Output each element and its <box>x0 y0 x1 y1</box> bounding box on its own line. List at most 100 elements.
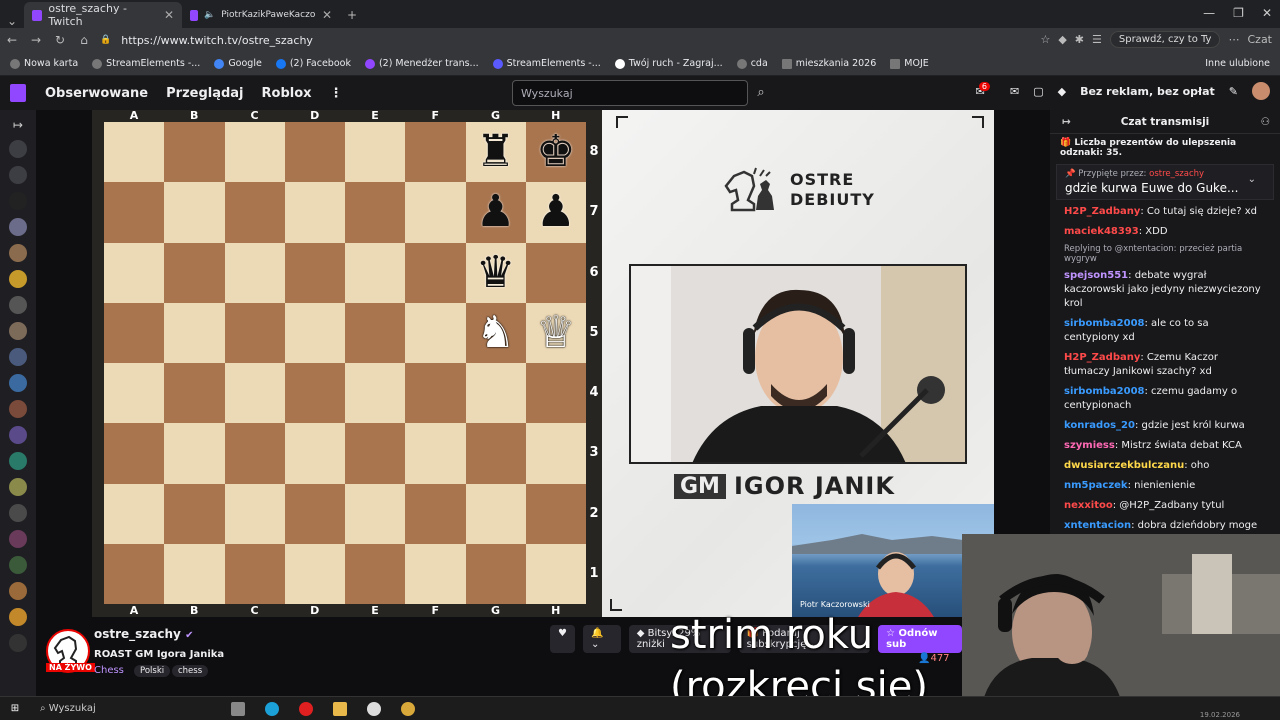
chess-piece[interactable]: ♛ <box>476 250 515 295</box>
task-view-icon[interactable] <box>222 698 254 720</box>
close-tab-icon[interactable]: ✕ <box>164 8 174 22</box>
square-e8[interactable] <box>345 122 406 183</box>
ai-prompt-pill[interactable]: Sprawdź, czy to Ty <box>1109 31 1221 48</box>
expand-sidebar-icon[interactable]: ↦ <box>0 118 36 132</box>
chat-username[interactable]: maciek48393 <box>1064 226 1139 237</box>
other-bookmarks[interactable]: Inne ulubione <box>1205 58 1270 69</box>
square-g8[interactable]: ♜ <box>465 122 526 183</box>
square-b3[interactable] <box>164 423 225 484</box>
square-c7[interactable] <box>224 182 285 243</box>
square-d2[interactable] <box>284 483 345 544</box>
square-a3[interactable] <box>104 423 165 484</box>
user-avatar[interactable] <box>1252 82 1270 100</box>
square-d8[interactable] <box>284 122 345 183</box>
square-b4[interactable] <box>164 363 225 424</box>
tag-chess[interactable]: chess <box>172 665 209 677</box>
sidebar-channel-avatar[interactable] <box>9 452 27 470</box>
sidebar-channel-avatar[interactable] <box>9 296 27 314</box>
collections-icon[interactable]: ☰ <box>1092 33 1102 46</box>
sidebar-channel-avatar[interactable] <box>9 556 27 574</box>
square-e4[interactable] <box>345 363 406 424</box>
explorer-icon[interactable] <box>324 698 356 720</box>
square-f1[interactable] <box>405 543 466 604</box>
tab-menu-icon[interactable]: ⌄ <box>0 14 24 28</box>
chess-piece[interactable]: ♜ <box>476 130 515 174</box>
bookmark-item[interactable]: Google <box>214 58 262 69</box>
obs-icon[interactable] <box>392 698 424 720</box>
square-e3[interactable] <box>345 423 406 484</box>
browser-tab-twitch[interactable]: ostre_szachy - Twitch ✕ <box>24 2 182 28</box>
nav-roblox[interactable]: Roblox <box>253 86 321 101</box>
square-f7[interactable] <box>405 182 466 243</box>
chess-app-icon[interactable] <box>358 698 390 720</box>
chat-username[interactable]: szymiess <box>1064 440 1115 451</box>
sidebar-channel-avatar[interactable] <box>9 270 27 288</box>
whispers-icon[interactable]: ✉ <box>1010 85 1019 98</box>
square-a7[interactable] <box>104 182 165 243</box>
bookmark-item[interactable]: (2) Facebook <box>275 58 351 69</box>
windows-start-icon[interactable]: ⊞ <box>0 703 30 714</box>
nav-following[interactable]: Obserwowane <box>36 86 157 101</box>
channel-name[interactable]: ostre_szachy ✔ <box>94 627 193 641</box>
square-h3[interactable] <box>525 423 586 484</box>
chess-piece[interactable]: ♞ <box>476 310 515 355</box>
minimize-icon[interactable]: — <box>1203 6 1215 20</box>
square-a8[interactable] <box>104 122 165 183</box>
square-a6[interactable] <box>104 242 165 303</box>
sidebar-channel-avatar[interactable] <box>9 244 27 262</box>
chat-message[interactable]: sirbomba2008: czemu gadamy o centypionac… <box>1050 382 1280 416</box>
square-f8[interactable] <box>405 122 466 183</box>
square-h1[interactable] <box>525 543 586 604</box>
square-f6[interactable] <box>405 242 466 303</box>
sidebar-channel-avatar[interactable] <box>9 478 27 496</box>
square-c1[interactable] <box>224 543 285 604</box>
chat-username[interactable]: sirbomba2008 <box>1064 318 1145 329</box>
square-h7[interactable]: ♟ <box>525 182 586 243</box>
bookmark-item[interactable]: Twój ruch - Zagraj... <box>614 58 723 69</box>
sidebar-channel-avatar[interactable] <box>9 348 27 366</box>
chat-message[interactable]: konrados_20: gdzie jest król kurwa <box>1050 416 1280 436</box>
tag-polski[interactable]: Polski <box>134 665 171 677</box>
square-c6[interactable] <box>224 242 285 303</box>
pinned-message[interactable]: 📌 Przypięte przez: ostre_szachy gdzie ku… <box>1056 164 1274 200</box>
chess-piece[interactable]: ♕ <box>536 310 575 355</box>
sidebar-channel-avatar[interactable] <box>9 426 27 444</box>
stream-category[interactable]: Chess <box>94 665 124 676</box>
square-d5[interactable] <box>284 302 345 363</box>
chat-username[interactable]: H2P_Zadbany <box>1064 206 1140 217</box>
users-icon[interactable]: ⚇ <box>1261 116 1270 128</box>
square-d1[interactable] <box>284 543 345 604</box>
square-g4[interactable] <box>465 363 526 424</box>
edge-icon[interactable] <box>256 698 288 720</box>
browser-tab-kaczorowski[interactable]: 🔈 PiotrKazikPaweKaczorowski - ✕ <box>182 2 340 28</box>
new-tab-button[interactable]: + <box>340 2 364 28</box>
bits-icon[interactable]: ◆ <box>1058 85 1066 98</box>
url-field[interactable]: https://www.twitch.tv/ostre_szachy <box>121 34 313 47</box>
bookmark-item[interactable]: StreamElements -... <box>92 58 200 69</box>
chat-username[interactable]: nm5paczek <box>1064 480 1128 491</box>
close-tab-icon[interactable]: ✕ <box>322 8 332 22</box>
bookmark-item[interactable]: (2) Menedżer trans... <box>364 58 479 69</box>
sidebar-channel-avatar[interactable] <box>9 634 27 652</box>
square-f4[interactable] <box>405 363 466 424</box>
square-a4[interactable] <box>104 363 165 424</box>
chat-message[interactable]: nm5paczek: nienienienie <box>1050 476 1280 496</box>
square-g7[interactable]: ♟ <box>465 182 526 243</box>
bookmark-item[interactable]: mieszkania 2026 <box>781 58 876 69</box>
square-c3[interactable] <box>224 423 285 484</box>
chess-piece[interactable]: ♟ <box>536 190 575 234</box>
square-d4[interactable] <box>284 363 345 424</box>
collapse-chat-icon[interactable]: ↦ <box>1062 116 1071 128</box>
maximize-icon[interactable]: ❐ <box>1233 6 1244 20</box>
ad-free-button[interactable]: Bez reklam, bez opłat <box>1080 85 1215 98</box>
square-h2[interactable] <box>525 483 586 544</box>
square-e7[interactable] <box>345 182 406 243</box>
square-h6[interactable] <box>525 242 586 303</box>
square-g2[interactable] <box>465 483 526 544</box>
bookmark-item[interactable]: Nowa karta <box>10 58 78 69</box>
back-icon[interactable]: ← <box>0 33 24 47</box>
square-f3[interactable] <box>405 423 466 484</box>
activity-icon[interactable]: ▢ <box>1033 85 1043 98</box>
speaker-icon[interactable]: 🔈 <box>204 10 215 20</box>
chat-username[interactable]: sirbomba2008 <box>1064 386 1145 397</box>
